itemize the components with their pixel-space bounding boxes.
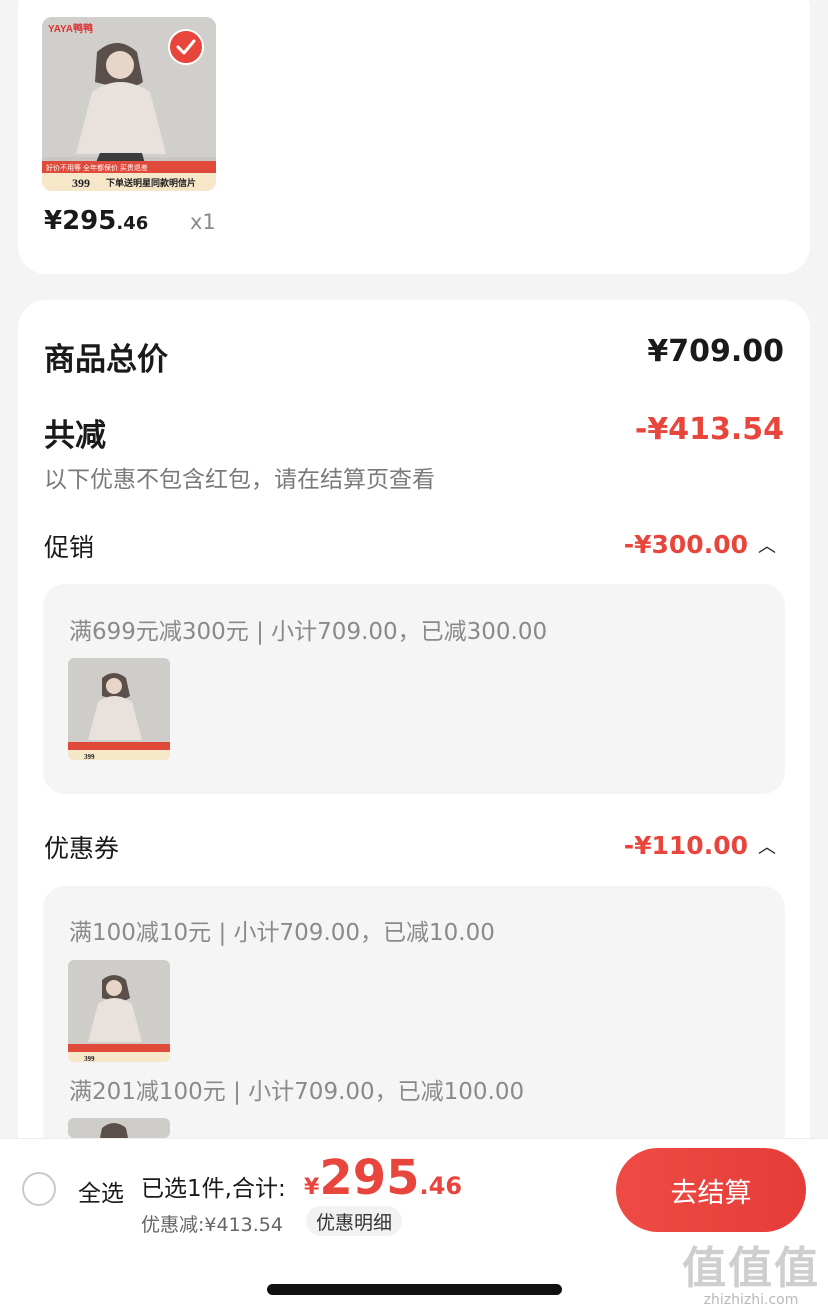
- price-decimal: .46: [116, 213, 149, 234]
- coupon-product-thumb[interactable]: 399: [68, 960, 170, 1062]
- promotion-product-thumb[interactable]: 399: [68, 658, 170, 760]
- svg-text:好价不用等 全年都保价 买贵退差: 好价不用等 全年都保价 买贵退差: [46, 163, 148, 172]
- product-price: ¥295 .46: [44, 206, 148, 240]
- svg-text:399: 399: [72, 176, 90, 190]
- coupon-rule-1: 满100减10元 | 小计709.00，已减10.00: [69, 920, 495, 946]
- checkout-button[interactable]: 去结算: [616, 1148, 806, 1232]
- svg-text:下单送明星同款明信片: 下单送明星同款明信片: [106, 177, 196, 188]
- promotion-toggle[interactable]: -¥300.00 ︿: [624, 530, 776, 559]
- total-price-value: ¥709.00: [647, 334, 784, 369]
- coupon-value: -¥110.00: [623, 831, 748, 860]
- svg-text:399: 399: [84, 753, 95, 760]
- selected-count: 已选1件,合计:: [141, 1176, 286, 1202]
- discount-detail-button[interactable]: 优惠明细: [306, 1206, 403, 1236]
- coupon-label: 优惠券: [44, 834, 120, 863]
- total-reduce-label: 共减: [44, 418, 106, 454]
- price-integer: ¥295: [44, 206, 117, 236]
- sum-integer: 295: [319, 1150, 420, 1206]
- home-indicator: [267, 1284, 562, 1295]
- sum-decimal: .46: [419, 1172, 463, 1200]
- coupon-product-thumb-2[interactable]: [68, 1118, 170, 1138]
- total-price-label: 商品总价: [44, 342, 168, 378]
- promotion-value: -¥300.00: [623, 530, 748, 559]
- chevron-up-icon: ︿: [758, 836, 776, 858]
- total-reduce-value: -¥413.54: [634, 412, 784, 447]
- select-all-label[interactable]: 全选: [78, 1174, 124, 1208]
- sum-currency: ¥: [304, 1175, 320, 1200]
- product-quantity: x1: [190, 210, 216, 234]
- brand-logo: YAYA鸭鸭: [48, 22, 93, 35]
- promotion-label: 促销: [44, 533, 95, 562]
- coupon-toggle[interactable]: -¥110.00 ︿: [624, 831, 776, 860]
- chevron-up-icon: ︿: [758, 535, 776, 557]
- select-all-radio[interactable]: [22, 1172, 56, 1206]
- watermark: 值值值 zhizhizhi.com: [682, 1243, 820, 1308]
- promotion-rule: 满699元减300元 | 小计709.00，已减300.00: [69, 619, 548, 645]
- discount-note: 以下优惠不包含红包，请在结算页查看: [44, 467, 435, 493]
- total-sum: ¥ 295 .46: [304, 1150, 462, 1206]
- selected-check-icon[interactable]: [168, 29, 204, 65]
- cart-page: YAYA鸭鸭 好价不用等 全年都保价 买贵退差 399 下单送明星同款明信片 ¥…: [0, 0, 828, 1312]
- coupon-rule-2: 满201减100元 | 小计709.00，已减100.00: [69, 1079, 525, 1105]
- discount-amount: 优惠减:¥413.54: [141, 1214, 283, 1236]
- svg-text:399: 399: [84, 1055, 95, 1062]
